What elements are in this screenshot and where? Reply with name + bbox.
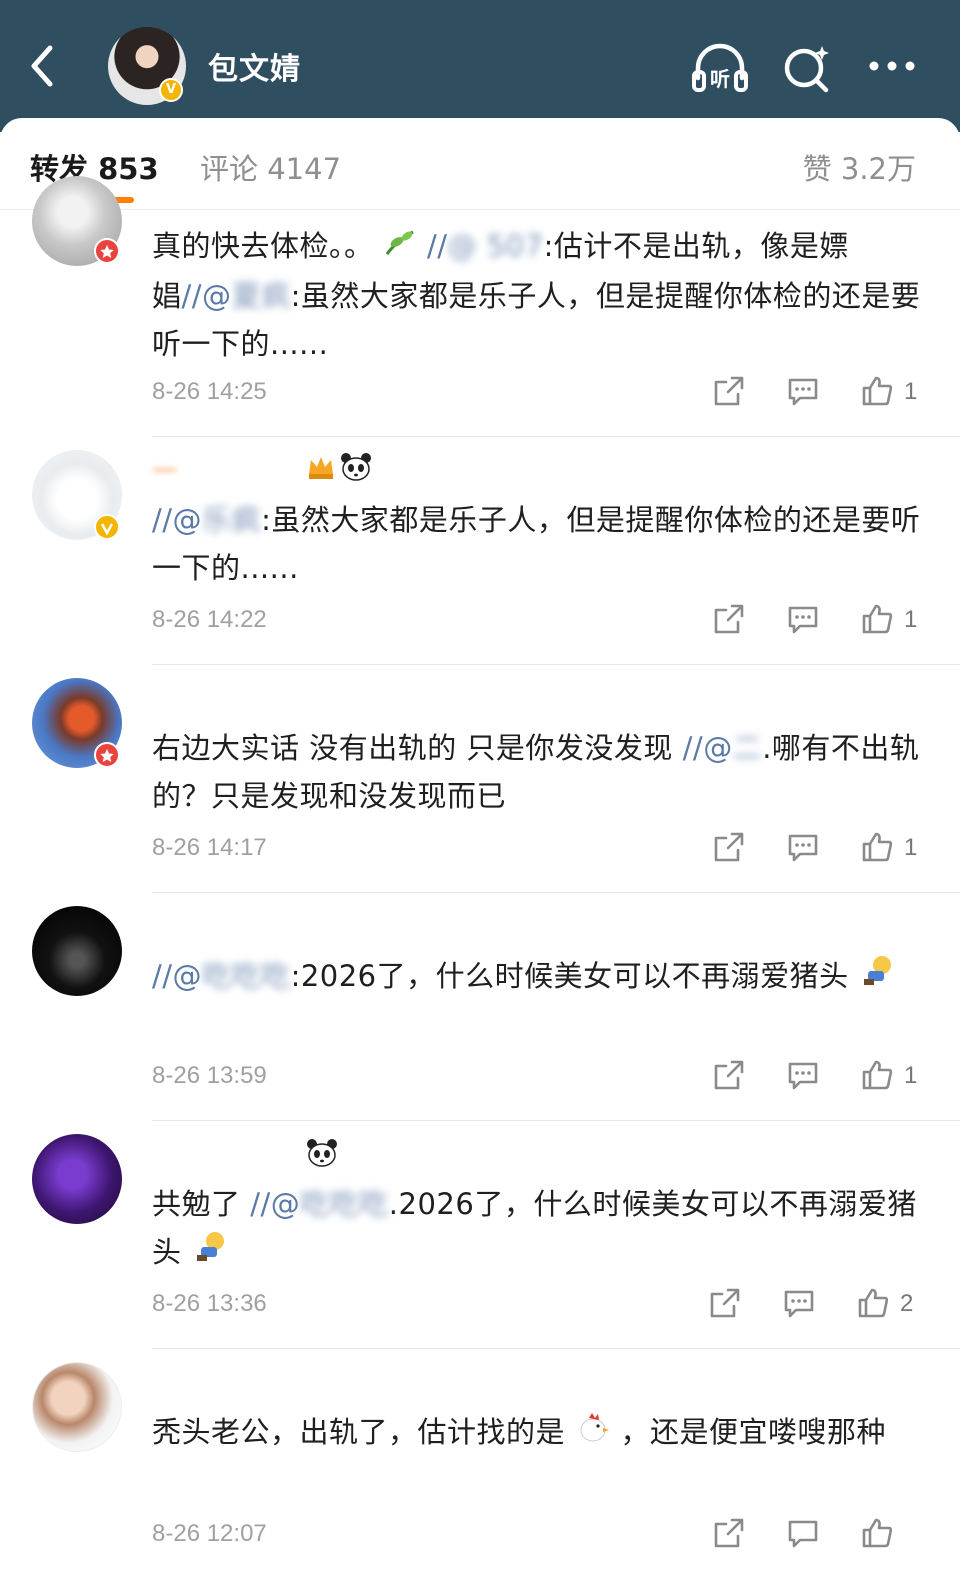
comment-text: //@乐疯:虽然大家都是乐子人，但是提醒你体检的还是要听一下的...... xyxy=(152,503,921,585)
commenter-avatar[interactable] xyxy=(32,906,122,996)
panda-emoji-icon xyxy=(306,1138,338,1172)
mention-link[interactable]: 乐疯 xyxy=(202,503,261,537)
panda-emoji-icon xyxy=(340,452,372,486)
pig-head-emoji-icon xyxy=(858,953,898,1003)
plant-emoji-icon xyxy=(383,224,417,272)
like-icon[interactable] xyxy=(860,602,894,640)
more-icon[interactable] xyxy=(862,40,922,96)
like-count: 1 xyxy=(904,1062,918,1089)
share-icon[interactable] xyxy=(708,1286,742,1324)
divider xyxy=(152,1120,960,1121)
tab-bar: 转发 853 评论 4147 赞 3.2万 xyxy=(0,120,960,210)
comment-icon[interactable] xyxy=(782,1286,816,1324)
share-icon[interactable] xyxy=(712,1058,746,1096)
comment-text: 右边大实话 没有出轨的 只是你发没发现 //@二.哪有不出轨的？只是发现和没发现… xyxy=(152,731,920,813)
comment-time: 8-26 14:25 xyxy=(152,378,267,405)
share-icon[interactable] xyxy=(712,1516,746,1554)
mention-link[interactable]: 吃吃吃 xyxy=(202,959,291,993)
tab-likes[interactable]: 赞 3.2万 xyxy=(803,146,916,188)
chicken-emoji-icon xyxy=(575,1410,611,1458)
mention-link[interactable]: @ 507 xyxy=(448,229,544,263)
divider xyxy=(152,436,960,437)
comment-icon[interactable] xyxy=(786,1058,820,1096)
comment-icon[interactable] xyxy=(786,602,820,640)
comment-text: //@吃吃吃:2026了，什么时候美女可以不再溺爱猪头 xyxy=(152,952,922,1003)
verified-badge-icon: V xyxy=(159,78,183,102)
pig-head-emoji-icon xyxy=(191,1229,231,1279)
page-title: 包文婧 xyxy=(208,52,301,87)
divider xyxy=(152,1348,960,1349)
comment-text: 秃头老公，出轨了，估计找的是 ，还是便宜喽嗖那种 xyxy=(152,1408,922,1458)
divider xyxy=(152,664,960,665)
like-icon[interactable] xyxy=(856,1286,890,1324)
mention-link[interactable]: 二 xyxy=(733,731,763,765)
like-count: 1 xyxy=(904,834,918,861)
like-count: 1 xyxy=(904,378,918,405)
mention-link[interactable]: 夏疯 xyxy=(232,279,291,313)
commenter-avatar[interactable] xyxy=(32,1134,122,1224)
like-icon[interactable] xyxy=(860,1516,894,1554)
comment-time: 8-26 13:59 xyxy=(152,1062,267,1089)
comment-icon[interactable] xyxy=(786,1516,820,1554)
mention-link[interactable]: 吃吃吃 xyxy=(300,1187,389,1221)
share-icon[interactable] xyxy=(712,830,746,868)
member-badge-icon xyxy=(94,742,120,768)
listen-label: 听 xyxy=(710,67,730,91)
back-arrow-icon[interactable] xyxy=(22,38,62,94)
like-icon[interactable] xyxy=(860,374,894,412)
share-icon[interactable] xyxy=(712,374,746,412)
tab-comments[interactable]: 评论 4147 xyxy=(200,146,341,188)
member-badge-icon xyxy=(94,238,120,264)
comment-time: 8-26 13:36 xyxy=(152,1290,267,1317)
comment-time: 8-26 14:17 xyxy=(152,834,267,861)
commenter-name[interactable]: 一 xyxy=(152,452,177,488)
comment-icon[interactable] xyxy=(786,374,820,412)
comment-text: 共勉了 //@吃吃吃.2026了，什么时候美女可以不再溺爱猪头 xyxy=(152,1180,922,1279)
comment-time: 8-26 14:22 xyxy=(152,606,267,633)
like-icon[interactable] xyxy=(860,1058,894,1096)
like-icon[interactable] xyxy=(860,830,894,868)
like-count: 1 xyxy=(904,606,918,633)
divider xyxy=(152,892,960,893)
share-icon[interactable] xyxy=(712,602,746,640)
comment-icon[interactable] xyxy=(786,830,820,868)
commenter-avatar[interactable] xyxy=(32,1362,122,1452)
verified-badge-icon xyxy=(94,514,120,540)
comment-time: 8-26 12:07 xyxy=(152,1520,267,1547)
comment-text: 真的快去体检。。 //@ 507:估计不是出轨，像是嫖娼//@夏疯:虽然大家都是… xyxy=(152,222,922,368)
like-count: 2 xyxy=(900,1290,914,1317)
search-icon[interactable] xyxy=(778,40,838,96)
listen-icon[interactable]: 听 xyxy=(690,40,750,96)
crown-emoji-icon xyxy=(306,452,336,486)
